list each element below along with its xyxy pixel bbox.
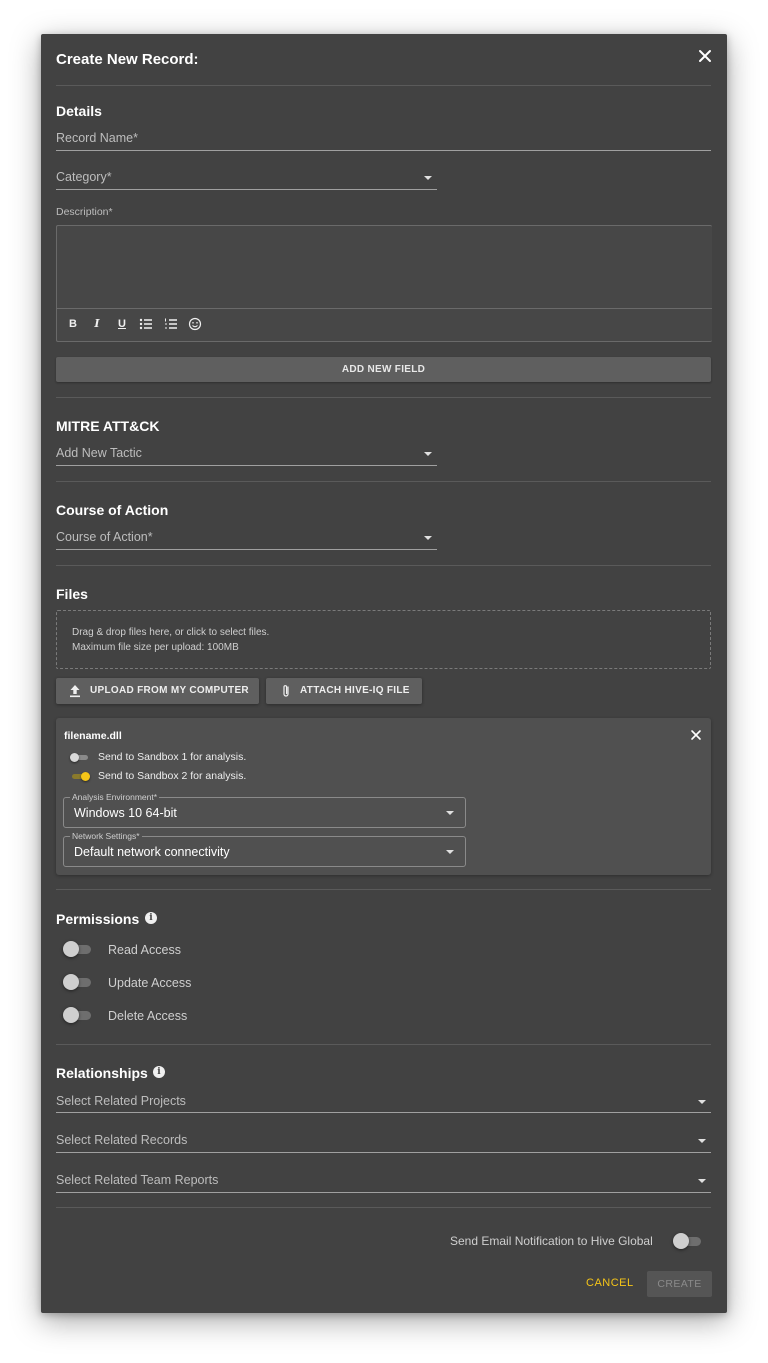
related-records-select[interactable]: Select Related Records xyxy=(56,1133,187,1147)
sandbox-1-label: Send to Sandbox 1 for analysis. xyxy=(98,751,247,763)
numbered-list-icon[interactable] xyxy=(163,316,179,332)
info-icon[interactable]: i xyxy=(153,1066,165,1078)
description-label: Description* xyxy=(56,206,113,218)
mitre-section-title: MITRE ATT&CK xyxy=(56,418,160,434)
analysis-environment-value: Windows 10 64-bit xyxy=(74,806,177,820)
sandbox-2-toggle[interactable] xyxy=(70,771,90,781)
divider xyxy=(56,1207,711,1208)
team-reports-underline xyxy=(56,1192,711,1193)
underline-icon[interactable]: U xyxy=(114,316,130,332)
sandbox-1-toggle[interactable] xyxy=(70,752,90,762)
course-underline xyxy=(56,549,437,550)
record-name-underline xyxy=(56,150,711,151)
divider xyxy=(56,1044,711,1045)
divider xyxy=(56,85,711,86)
dropdown-caret-icon xyxy=(446,850,454,854)
relationships-section-title: Relationships xyxy=(56,1065,148,1081)
bullet-list-icon[interactable] xyxy=(138,316,154,332)
file-card: filename.dll Send to Sandbox 1 for analy… xyxy=(56,718,711,875)
divider xyxy=(56,889,711,890)
attach-hive-iq-file-button[interactable]: ATTACH HIVE-IQ FILE xyxy=(266,678,422,704)
read-access-toggle[interactable] xyxy=(63,941,92,957)
dropdown-caret-icon[interactable] xyxy=(424,176,432,180)
analysis-environment-select[interactable]: Analysis Environment* Windows 10 64-bit xyxy=(63,792,466,828)
description-editor[interactable]: B I U xyxy=(56,225,712,342)
course-of-action-select[interactable]: Course of Action* xyxy=(56,530,153,544)
network-settings-label: Network Settings* xyxy=(70,831,142,841)
records-underline xyxy=(56,1152,711,1153)
info-icon[interactable]: i xyxy=(145,912,157,924)
dropdown-caret-icon[interactable] xyxy=(424,452,432,456)
dropdown-caret-icon xyxy=(446,811,454,815)
files-section-title: Files xyxy=(56,586,88,602)
email-notification-toggle[interactable] xyxy=(673,1233,702,1249)
file-name: filename.dll xyxy=(64,730,122,742)
read-access-label: Read Access xyxy=(108,943,181,957)
remove-file-icon[interactable] xyxy=(689,728,703,742)
tactic-underline xyxy=(56,465,437,466)
emoji-icon[interactable] xyxy=(187,316,203,332)
file-dropzone[interactable]: Drag & drop files here, or click to sele… xyxy=(56,610,711,669)
divider xyxy=(56,397,711,398)
paperclip-icon xyxy=(283,685,289,697)
dropzone-size-limit: Maximum file size per upload: 100MB xyxy=(72,642,239,653)
related-team-reports-select[interactable]: Select Related Team Reports xyxy=(56,1173,218,1187)
close-icon[interactable] xyxy=(696,47,714,65)
dropdown-caret-icon[interactable] xyxy=(698,1100,706,1104)
projects-underline xyxy=(56,1112,711,1113)
course-section-title: Course of Action xyxy=(56,502,169,518)
related-projects-select[interactable]: Select Related Projects xyxy=(56,1094,186,1108)
dropdown-caret-icon[interactable] xyxy=(698,1179,706,1183)
delete-access-label: Delete Access xyxy=(108,1009,188,1023)
details-section-title: Details xyxy=(56,103,102,119)
attach-button-label: ATTACH HIVE-IQ FILE xyxy=(300,685,410,696)
permissions-section-title: Permissions xyxy=(56,911,140,927)
update-access-toggle[interactable] xyxy=(63,974,92,990)
category-underline xyxy=(56,189,437,190)
dropzone-text: Drag & drop files here, or click to sele… xyxy=(72,627,270,638)
network-settings-select[interactable]: Network Settings* Default network connec… xyxy=(63,831,466,867)
analysis-environment-label: Analysis Environment* xyxy=(70,792,160,802)
upload-from-computer-button[interactable]: UPLOAD FROM MY COMPUTER xyxy=(56,678,259,704)
upload-button-label: UPLOAD FROM MY COMPUTER xyxy=(90,685,249,696)
bold-icon[interactable]: B xyxy=(65,316,81,332)
upload-icon xyxy=(70,685,80,698)
update-access-label: Update Access xyxy=(108,976,192,990)
editor-toolbar-divider xyxy=(57,308,712,309)
cancel-button[interactable]: CANCEL xyxy=(586,1277,634,1289)
italic-icon[interactable]: I xyxy=(89,316,105,332)
add-new-field-button[interactable]: ADD NEW FIELD xyxy=(56,357,711,382)
dropdown-caret-icon[interactable] xyxy=(698,1139,706,1143)
sandbox-2-label: Send to Sandbox 2 for analysis. xyxy=(98,770,247,782)
divider xyxy=(56,481,711,482)
add-tactic-select[interactable]: Add New Tactic xyxy=(56,446,142,460)
network-settings-value: Default network connectivity xyxy=(74,845,230,859)
create-button[interactable]: CREATE xyxy=(647,1271,712,1297)
dropdown-caret-icon[interactable] xyxy=(424,536,432,540)
dialog-title: Create New Record: xyxy=(56,51,199,68)
delete-access-toggle[interactable] xyxy=(63,1007,92,1023)
email-notification-label: Send Email Notification to Hive Global xyxy=(450,1234,653,1248)
record-name-field[interactable]: Record Name* xyxy=(56,131,138,145)
create-record-dialog: Create New Record: Details Record Name* … xyxy=(41,34,727,1313)
divider xyxy=(56,565,711,566)
category-select[interactable]: Category* xyxy=(56,170,112,184)
